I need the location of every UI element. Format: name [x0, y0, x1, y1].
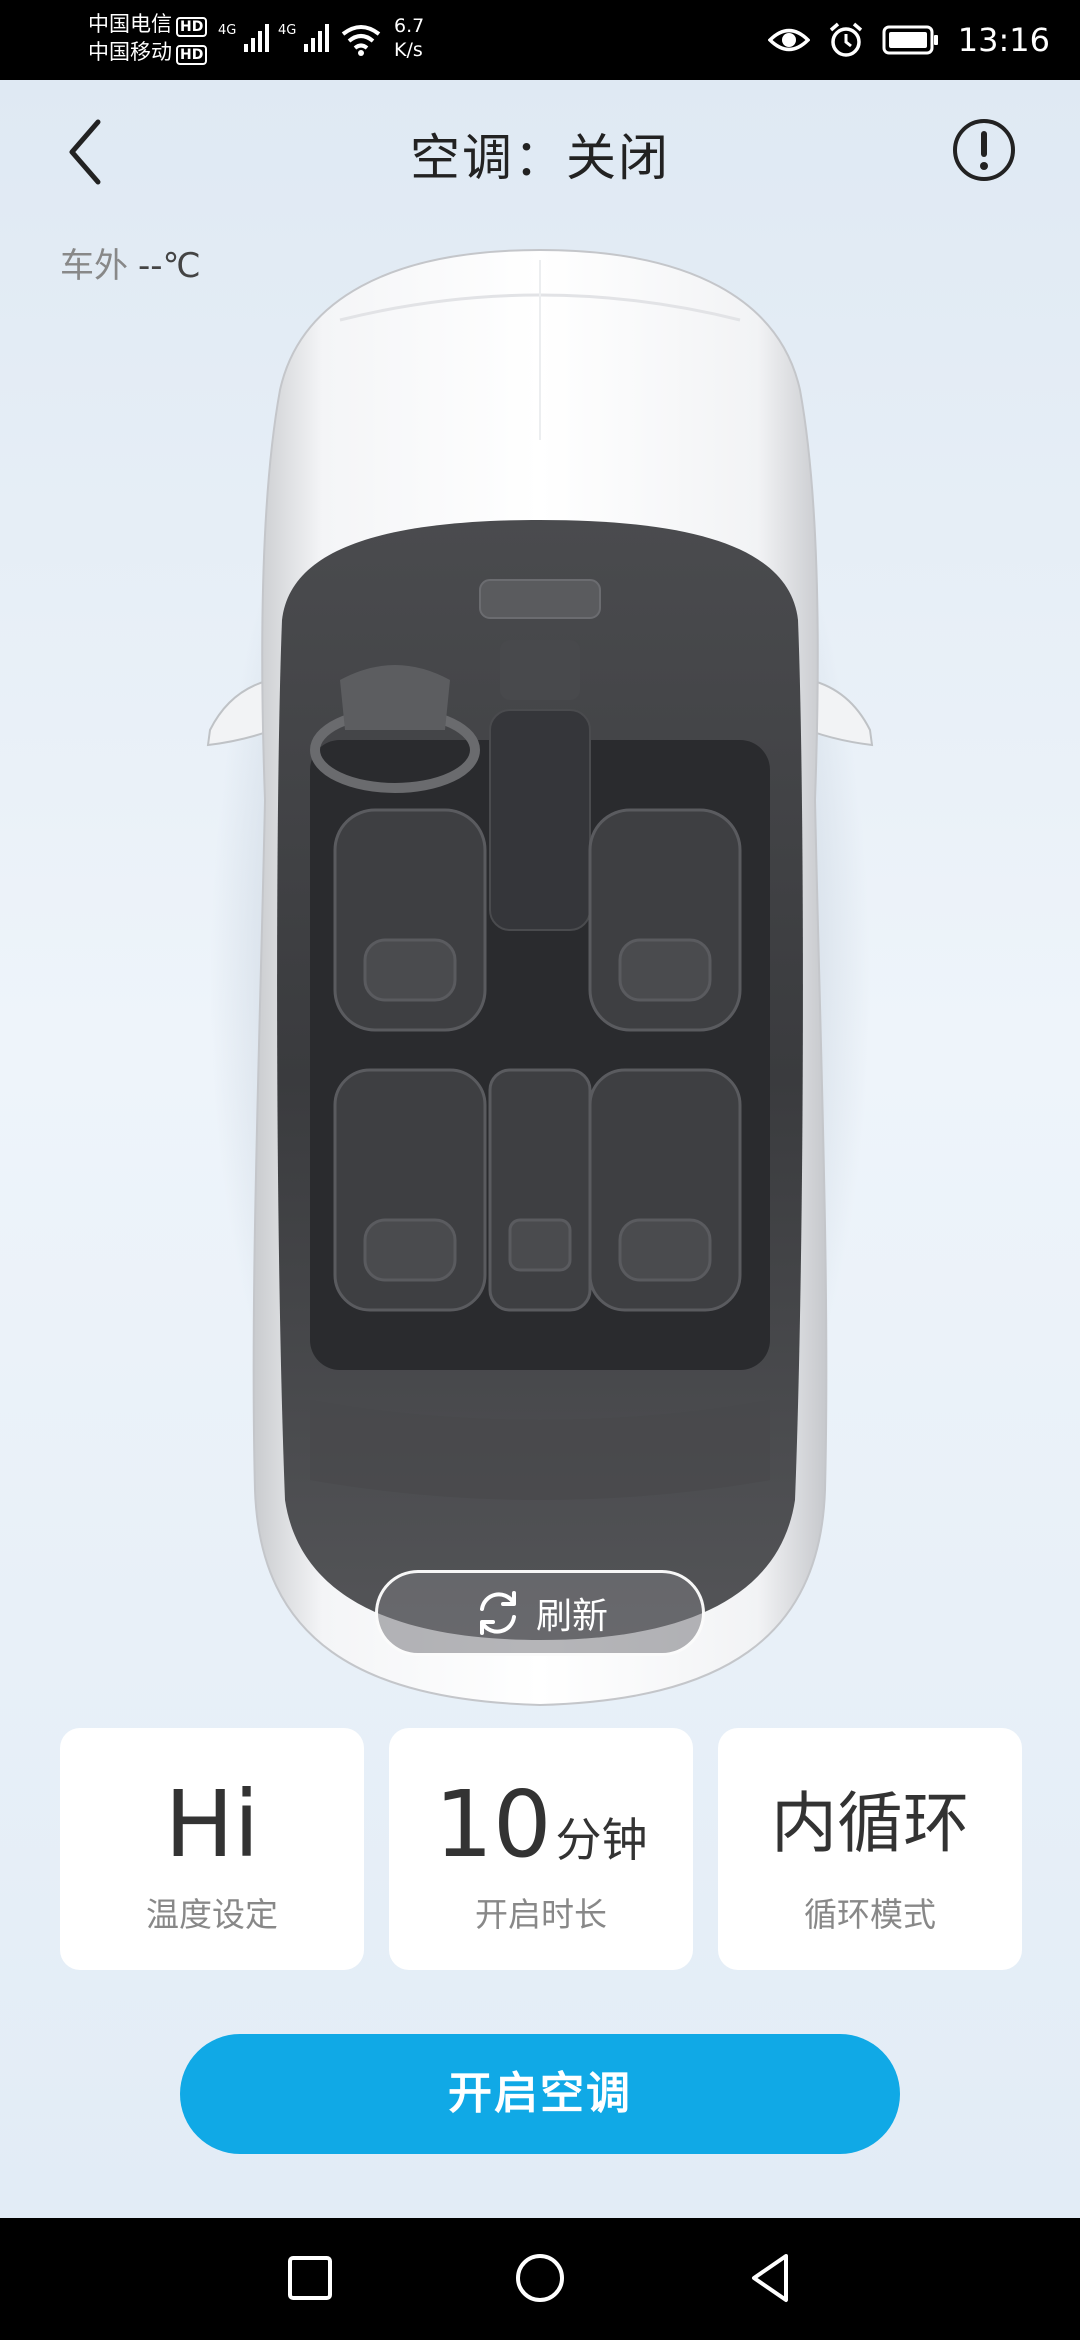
circulation-label: 循环模式 — [804, 1895, 936, 1934]
recents-icon[interactable] — [280, 2248, 340, 2308]
signal-icon-1: 4G — [218, 23, 269, 52]
start-ac-button[interactable]: 开启空调 — [180, 2034, 900, 2154]
circulation-value: 内循环 — [718, 1784, 1022, 1864]
circulation-value-text: 内循环 — [771, 1785, 969, 1862]
carrier-2: 中国移动 — [88, 40, 172, 64]
temperature-value-text: Hi — [164, 1771, 260, 1878]
circulation-card[interactable]: 内循环 循环模式 — [718, 1728, 1022, 1970]
duration-value: 10分钟 — [389, 1770, 693, 1895]
net-type-2: 4G — [278, 23, 296, 38]
temperature-value: Hi — [60, 1770, 364, 1880]
net-speed: 6.7 K/s — [394, 14, 424, 62]
hd-badge-2: HD — [176, 45, 208, 65]
car-illustration — [206, 248, 874, 1707]
refresh-icon — [479, 1591, 516, 1635]
outside-temperature: 车外 --℃ — [60, 238, 201, 287]
status-right: 13:16 — [767, 18, 1050, 62]
temperature-label: 温度设定 — [146, 1895, 278, 1934]
refresh-button[interactable]: 刷新 — [375, 1570, 705, 1656]
duration-value-text: 10 — [434, 1771, 552, 1878]
navigation-bar — [0, 2218, 1080, 2340]
wifi-icon — [341, 25, 381, 56]
refresh-label: 刷新 — [535, 1596, 608, 1637]
app-screen: 空调：关闭 车外 --℃ 刷新 Hi 温度设定 10分钟 开启时长 内循环 循环… — [0, 80, 1080, 2218]
temperature-card[interactable]: Hi 温度设定 — [60, 1728, 364, 1970]
settings-cards: Hi 温度设定 10分钟 开启时长 内循环 循环模式 — [60, 1728, 1022, 1970]
net-type-1: 4G — [218, 23, 236, 38]
home-icon[interactable] — [510, 2248, 570, 2308]
duration-unit: 分钟 — [555, 1813, 648, 1867]
duration-label: 开启时长 — [475, 1895, 607, 1934]
carrier-info: 中国电信 HD 中国移动 HD — [88, 10, 208, 66]
net-speed-value: 6.7 — [394, 15, 425, 37]
net-speed-unit: K/s — [394, 39, 423, 61]
battery-icon — [882, 25, 938, 55]
status-bar: 中国电信 HD 中国移动 HD 4G 4G 6.7 K/s 13:16 — [0, 0, 1080, 80]
info-icon[interactable] — [950, 116, 1018, 184]
back-nav-icon[interactable] — [740, 2248, 800, 2308]
clock: 13:16 — [957, 21, 1050, 59]
carrier-1: 中国电信 — [88, 12, 172, 36]
alarm-icon — [829, 22, 862, 57]
duration-card[interactable]: 10分钟 开启时长 — [389, 1728, 693, 1970]
page-title: 空调：关闭 — [410, 129, 670, 187]
eye-icon — [767, 28, 810, 52]
outside-temp-label: 车外 — [60, 246, 128, 286]
hd-badge-1: HD — [176, 17, 208, 37]
signal-icon-2: 4G — [278, 23, 329, 52]
